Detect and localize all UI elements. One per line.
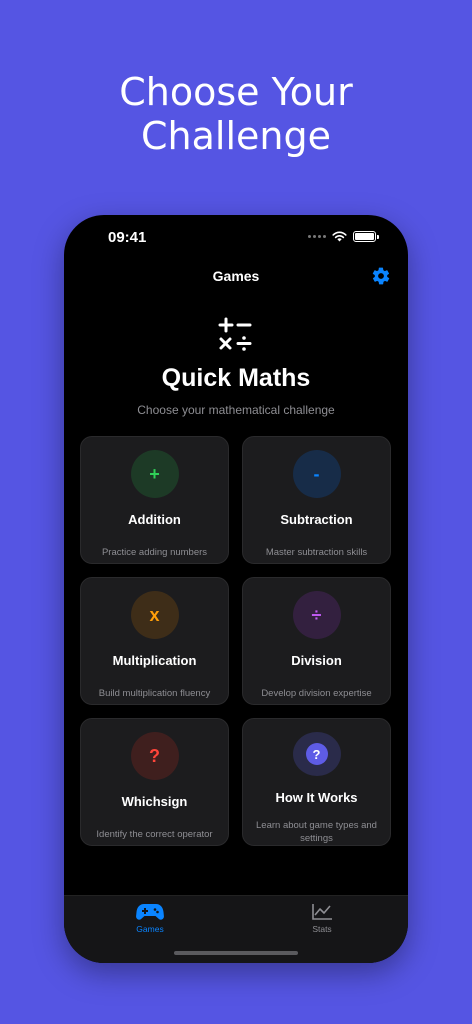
status-icons bbox=[308, 231, 379, 242]
plus-icon: + bbox=[130, 450, 179, 498]
card-title: Whichsign bbox=[121, 794, 188, 809]
phone-screen: 09:41 Games Quick Maths Choose your math… bbox=[64, 215, 408, 963]
card-title: Subtraction bbox=[280, 512, 353, 527]
tab-games[interactable]: Games bbox=[110, 902, 190, 942]
headline: Choose Your Challenge bbox=[0, 70, 472, 158]
signal-icon bbox=[308, 235, 326, 238]
minus-icon: - bbox=[292, 450, 341, 498]
settings-button[interactable] bbox=[370, 265, 392, 287]
card-title: Addition bbox=[128, 512, 181, 527]
math-operators-icon bbox=[218, 317, 252, 351]
minus-symbol: - bbox=[313, 463, 320, 484]
chart-line-icon bbox=[312, 904, 332, 920]
app-title: Quick Maths bbox=[161, 364, 311, 392]
card-title: Division bbox=[291, 653, 342, 668]
card-description: Practice adding numbers bbox=[101, 547, 208, 558]
card-title: How It Works bbox=[275, 790, 358, 805]
card-description: Develop division expertise bbox=[261, 688, 372, 699]
how-it-works-card[interactable]: ? How It Works Learn about game types an… bbox=[242, 718, 391, 846]
card-description: Learn about game types and settings bbox=[256, 820, 377, 844]
help-badge: ? bbox=[305, 743, 328, 765]
card-description: Identify the correct operator bbox=[96, 829, 213, 840]
card-title: Multiplication bbox=[112, 653, 197, 668]
card-description: Master subtraction skills bbox=[265, 547, 368, 558]
wifi-icon bbox=[332, 231, 347, 242]
battery-icon bbox=[353, 231, 379, 242]
headline-line-2: Challenge bbox=[141, 114, 331, 158]
divide-symbol: ÷ bbox=[311, 604, 322, 625]
tab-games-label: Games bbox=[136, 924, 164, 934]
question-mark-icon: ? bbox=[130, 732, 179, 780]
nav-title: Games bbox=[212, 268, 260, 284]
multiplication-card[interactable]: x Multiplication Build multiplication fl… bbox=[80, 577, 229, 705]
help-symbol: ? bbox=[312, 746, 321, 762]
division-card[interactable]: ÷ Division Develop division expertise bbox=[242, 577, 391, 705]
addition-card[interactable]: + Addition Practice adding numbers bbox=[80, 436, 229, 564]
gear-icon bbox=[372, 267, 390, 285]
question-symbol: ? bbox=[149, 745, 160, 766]
status-bar: 09:41 bbox=[64, 215, 408, 263]
card-description: Build multiplication fluency bbox=[98, 688, 211, 699]
help-circle-icon: ? bbox=[292, 732, 341, 776]
app-subtitle: Choose your mathematical challenge bbox=[137, 403, 335, 417]
status-time: 09:41 bbox=[108, 229, 147, 246]
game-grid: + Addition Practice adding numbers - Sub… bbox=[80, 436, 392, 846]
plus-symbol: + bbox=[149, 463, 160, 484]
multiply-icon: x bbox=[130, 591, 179, 639]
tab-stats[interactable]: Stats bbox=[282, 902, 362, 942]
gamecontroller-icon bbox=[136, 904, 164, 920]
multiply-symbol: x bbox=[149, 604, 160, 625]
subtraction-card[interactable]: - Subtraction Master subtraction skills bbox=[242, 436, 391, 564]
headline-line-1: Choose Your bbox=[119, 70, 353, 114]
whichsign-card[interactable]: ? Whichsign Identify the correct operato… bbox=[80, 718, 229, 846]
tab-stats-label: Stats bbox=[312, 924, 332, 934]
home-indicator bbox=[174, 951, 298, 955]
divide-icon: ÷ bbox=[292, 591, 341, 639]
